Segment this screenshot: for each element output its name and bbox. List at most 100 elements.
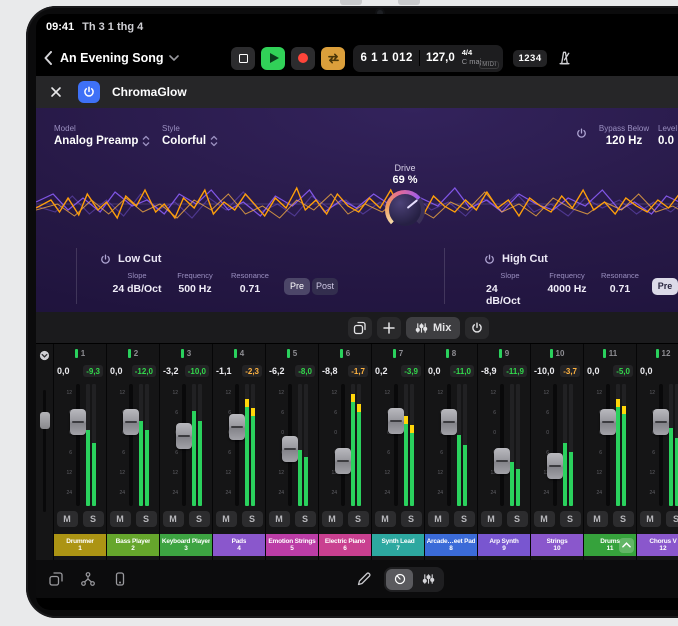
fader-handle[interactable] bbox=[176, 423, 192, 449]
solo-button[interactable]: S bbox=[242, 511, 263, 527]
track-name-label[interactable]: Strings 10 bbox=[531, 534, 583, 556]
high-cut-power-button[interactable] bbox=[484, 254, 495, 265]
volume-value[interactable]: 0,2 bbox=[375, 366, 388, 376]
mute-button[interactable]: M bbox=[587, 511, 608, 527]
track-name-label[interactable]: Drums 11 bbox=[584, 534, 636, 556]
fader-track[interactable] bbox=[500, 384, 504, 506]
fader-track[interactable] bbox=[553, 384, 557, 506]
fader-handle[interactable] bbox=[123, 409, 139, 435]
fader-handle[interactable] bbox=[70, 409, 86, 435]
fader-track[interactable] bbox=[182, 384, 186, 506]
track-name-label[interactable]: Electric Piano 6 bbox=[319, 534, 371, 556]
volume-value[interactable]: 0,0 bbox=[57, 366, 70, 376]
fader-track[interactable] bbox=[76, 384, 80, 506]
duplicate-button[interactable] bbox=[348, 317, 372, 339]
low-cut-power-button[interactable] bbox=[100, 254, 111, 265]
fader-track[interactable] bbox=[235, 384, 239, 506]
track-name-label[interactable]: Pads 4 bbox=[213, 534, 265, 556]
mute-button[interactable]: M bbox=[640, 511, 661, 527]
fader-track[interactable] bbox=[447, 384, 451, 506]
cycle-button[interactable] bbox=[321, 47, 345, 70]
fader-track[interactable] bbox=[394, 384, 398, 506]
frequency-value[interactable]: 4000 Hz bbox=[547, 283, 586, 295]
fader-handle[interactable] bbox=[653, 409, 669, 435]
mixer-power-button[interactable] bbox=[465, 317, 489, 339]
fader-handle[interactable] bbox=[441, 409, 457, 435]
fader-handle[interactable] bbox=[282, 436, 298, 462]
low-cut-pre-button[interactable]: Pre bbox=[284, 278, 310, 295]
slope-value[interactable]: 24 dB/Oct bbox=[486, 283, 534, 307]
mute-button[interactable]: M bbox=[322, 511, 343, 527]
volume-value[interactable]: 0,0 bbox=[587, 366, 600, 376]
solo-button[interactable]: S bbox=[454, 511, 475, 527]
low-cut-post-button[interactable]: Post bbox=[312, 278, 338, 295]
high-cut-pre-button[interactable]: Pre bbox=[652, 278, 678, 295]
volume-value[interactable]: -6,2 bbox=[269, 366, 285, 376]
volume-value[interactable]: -8,9 bbox=[481, 366, 497, 376]
solo-button[interactable]: S bbox=[136, 511, 157, 527]
volume-value[interactable]: -3,2 bbox=[163, 366, 179, 376]
mute-button[interactable]: M bbox=[375, 511, 396, 527]
fader-track[interactable] bbox=[341, 384, 345, 506]
count-in-button[interactable]: 1234 bbox=[513, 50, 546, 67]
track-name-label[interactable]: Arp Synth 9 bbox=[478, 534, 530, 556]
solo-button[interactable]: S bbox=[348, 511, 369, 527]
mute-button[interactable]: M bbox=[481, 511, 502, 527]
fader-handle[interactable] bbox=[494, 448, 510, 474]
edit-button[interactable] bbox=[356, 571, 372, 587]
back-button[interactable] bbox=[44, 51, 52, 65]
level-control[interactable]: Level 0.0 bbox=[658, 124, 678, 147]
volume-value[interactable]: -1,1 bbox=[216, 366, 232, 376]
add-track-button[interactable] bbox=[377, 317, 401, 339]
tempo-value[interactable]: 127,0 bbox=[426, 52, 455, 64]
track-name-label[interactable]: Chorus V 12 bbox=[637, 534, 678, 556]
solo-button[interactable]: S bbox=[560, 511, 581, 527]
fader-track[interactable] bbox=[659, 384, 663, 506]
mute-button[interactable]: M bbox=[216, 511, 237, 527]
mute-button[interactable]: M bbox=[534, 511, 555, 527]
mix-view-button[interactable]: Mix bbox=[406, 317, 460, 339]
browser-button[interactable] bbox=[48, 571, 64, 587]
play-button[interactable] bbox=[261, 47, 285, 70]
project-title-button[interactable]: An Evening Song bbox=[60, 51, 179, 65]
output-icon[interactable] bbox=[39, 350, 50, 361]
lcd-display[interactable]: 6 1 1 012 127,0 4/4 C maj MIDI bbox=[353, 45, 503, 72]
track-name-label[interactable]: Arcade…eet Pad 8 bbox=[425, 534, 477, 556]
solo-button[interactable]: S bbox=[189, 511, 210, 527]
fader-handle[interactable] bbox=[388, 408, 404, 434]
fader-handle[interactable] bbox=[547, 453, 563, 479]
model-selector[interactable]: Model Analog Preamp bbox=[54, 124, 150, 147]
stop-button[interactable] bbox=[231, 47, 255, 70]
solo-button[interactable]: S bbox=[83, 511, 104, 527]
mute-button[interactable]: M bbox=[57, 511, 78, 527]
track-name-label[interactable]: Bass Player 2 bbox=[107, 534, 159, 556]
drive-knob[interactable] bbox=[385, 190, 425, 230]
volume-value[interactable]: -8,8 bbox=[322, 366, 338, 376]
mute-button[interactable]: M bbox=[428, 511, 449, 527]
solo-button[interactable]: S bbox=[295, 511, 316, 527]
routing-button[interactable] bbox=[80, 571, 96, 587]
keyboard-button[interactable] bbox=[112, 571, 128, 587]
bypass-power-button[interactable] bbox=[576, 128, 587, 139]
volume-value[interactable]: 0,0 bbox=[640, 366, 653, 376]
fader-handle[interactable] bbox=[335, 448, 351, 474]
frequency-value[interactable]: 500 Hz bbox=[178, 283, 211, 295]
plugin-power-button[interactable] bbox=[78, 81, 100, 103]
slope-value[interactable]: 24 dB/Oct bbox=[112, 283, 161, 295]
fader-track[interactable] bbox=[288, 384, 292, 506]
fader-handle[interactable] bbox=[600, 409, 616, 435]
knob-view-button[interactable] bbox=[386, 569, 413, 590]
resonance-value[interactable]: 0.71 bbox=[610, 283, 630, 295]
fader-track[interactable] bbox=[129, 384, 133, 506]
mute-button[interactable]: M bbox=[269, 511, 290, 527]
close-plugin-button[interactable] bbox=[50, 86, 62, 98]
fader-handle[interactable] bbox=[229, 414, 245, 440]
faders-view-button[interactable] bbox=[415, 569, 442, 590]
bypass-below-control[interactable]: Bypass Below 120 Hz bbox=[588, 124, 660, 147]
track-name-label[interactable]: Drummer 1 bbox=[54, 534, 106, 556]
metronome-button[interactable] bbox=[556, 50, 573, 66]
volume-value[interactable]: 0,0 bbox=[110, 366, 123, 376]
track-name-label[interactable]: Emotion Strings 5 bbox=[266, 534, 318, 556]
stack-collapse-button[interactable] bbox=[619, 538, 634, 553]
output-fader-track[interactable] bbox=[43, 390, 46, 512]
